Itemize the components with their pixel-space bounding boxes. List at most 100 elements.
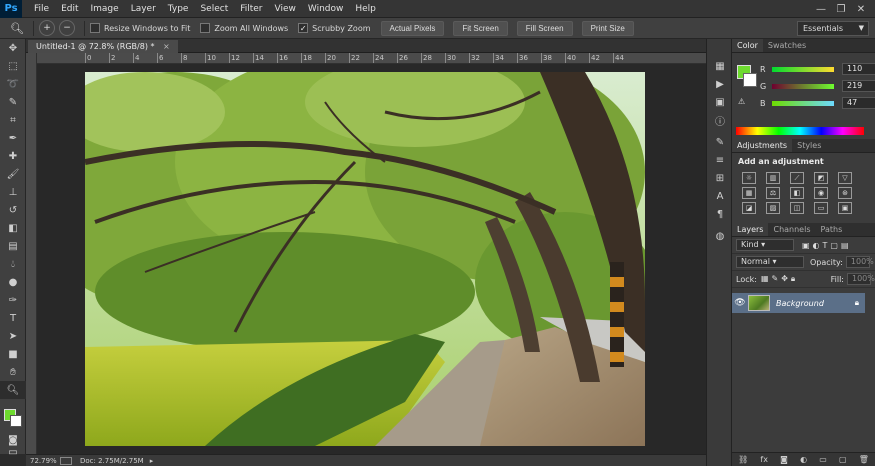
restore-button[interactable]: ❐ [831,4,851,15]
eyedropper-tool-icon[interactable]: ✒ [0,129,26,147]
menu-layer[interactable]: Layer [125,0,162,18]
blur-tool-icon[interactable]: 💧︎ [0,255,26,273]
black-white-icon[interactable]: ◧ [790,187,804,199]
vertical-ruler[interactable] [26,53,37,454]
character-icon[interactable]: A [707,187,733,205]
menu-help[interactable]: Help [349,0,382,18]
vibrance-icon[interactable]: ▽ [838,172,852,184]
zoom-tool-preset-icon[interactable]: 🔍︎ [6,20,28,37]
gradient-map-icon[interactable]: ▭ [814,202,828,214]
eraser-tool-icon[interactable]: ◧ [0,219,26,237]
brush-tool-icon[interactable]: 🖌︎ [0,165,26,183]
menu-image[interactable]: Image [85,0,125,18]
crop-tool-icon[interactable]: ⌗ [0,111,26,129]
channel-mixer-icon[interactable]: ⊛ [838,187,852,199]
timeline-icon[interactable]: ◍ [707,227,733,245]
green-value-input[interactable]: 219 [842,80,875,92]
blue-slider[interactable] [772,100,834,106]
status-menu-icon[interactable]: ▸ [150,457,154,465]
color-background-swatch[interactable] [743,73,757,87]
clone-source-icon[interactable]: ⊞ [707,169,733,187]
hue-saturation-icon[interactable]: ▦ [742,187,756,199]
actual-pixels-button[interactable]: Actual Pixels [380,20,445,36]
photo-filter-icon[interactable]: ◉ [814,187,828,199]
new-layer-icon[interactable]: ▢ [839,455,847,464]
background-color-swatch[interactable] [10,415,22,427]
tab-layers[interactable]: Layers [732,223,769,236]
print-size-button[interactable]: Print Size [581,20,634,36]
menu-filter[interactable]: Filter [234,0,268,18]
color-spectrum-bar[interactable] [736,127,864,135]
blue-value-input[interactable]: 47 [842,97,875,109]
dodge-tool-icon[interactable]: ● [0,273,26,291]
menu-view[interactable]: View [269,0,302,18]
green-slider[interactable] [772,83,834,89]
curves-icon[interactable]: ⟋ [790,172,804,184]
blend-mode-select[interactable]: Normal ▾ [736,256,804,268]
rectangle-tool-icon[interactable]: ■ [0,345,26,363]
resize-windows-checkbox[interactable]: Resize Windows to Fit [90,23,190,33]
threshold-icon[interactable]: ◫ [790,202,804,214]
zoom-all-windows-checkbox[interactable]: Zoom All Windows [200,23,288,33]
brush-settings-icon[interactable]: ≡ [707,151,733,169]
layer-style-icon[interactable]: fx [760,455,768,464]
menu-window[interactable]: Window [302,0,350,18]
brush-preset-icon[interactable]: ✎ [707,133,733,151]
zoom-out-button[interactable]: − [59,20,75,36]
tab-styles[interactable]: Styles [792,139,826,152]
healing-brush-tool-icon[interactable]: ✚ [0,147,26,165]
clone-stamp-tool-icon[interactable]: ⊥ [0,183,26,201]
menu-select[interactable]: Select [194,0,234,18]
menu-edit[interactable]: Edit [55,0,84,18]
paragraph-icon[interactable]: ¶ [707,205,733,223]
gradient-tool-icon[interactable]: ▤ [0,237,26,255]
canvas-image[interactable] [85,72,645,446]
layer-kind-select[interactable]: Kind ▾ [736,239,794,251]
minimize-button[interactable]: — [811,4,831,15]
visibility-eye-icon[interactable]: 👁︎ [732,298,748,308]
move-tool-icon[interactable]: ✥ [0,39,26,57]
red-slider[interactable] [772,66,834,72]
actions-play-icon[interactable]: ▶ [707,75,733,93]
quick-select-tool-icon[interactable]: ✎ [0,93,26,111]
horizontal-ruler[interactable]: 0 2 4 6 8 10 12 14 16 18 20 22 24 26 28 30 32 34 36 38 40 42 4… [37,53,706,64]
adjustment-layer-icon[interactable]: ◐ [800,455,807,464]
red-value-input[interactable]: 110 [842,63,875,75]
fit-screen-button[interactable]: Fit Screen [453,20,508,36]
fill-screen-button[interactable]: Fill Screen [516,20,573,36]
workspace-switcher[interactable]: Essentials ▼ [797,21,869,36]
hand-tool-icon[interactable]: ✋︎ [0,363,26,381]
info-icon[interactable]: ⓘ [707,111,733,129]
close-tab-icon[interactable]: × [163,42,170,51]
type-tool-icon[interactable]: T [0,309,26,327]
properties-icon[interactable]: ▣ [707,93,733,111]
lasso-tool-icon[interactable]: ➰ [0,75,26,93]
zoom-in-button[interactable]: + [39,20,55,36]
close-button[interactable]: ✕ [851,4,871,15]
marquee-tool-icon[interactable]: ⬚ [0,57,26,75]
history-brush-tool-icon[interactable]: ↺ [0,201,26,219]
new-group-icon[interactable]: ▭ [819,455,827,464]
trash-icon[interactable]: 🗑︎ [859,455,869,464]
layer-filter-icons[interactable]: ▣◐T▢▤ [802,241,852,250]
tab-color[interactable]: Color [732,39,763,52]
link-layers-icon[interactable]: ⛓ [738,455,748,464]
posterize-icon[interactable]: ▨ [766,202,780,214]
fill-input[interactable]: 100% [847,273,875,285]
layer-background[interactable]: 👁︎ Background 🔒︎ [732,293,865,313]
history-icon[interactable]: ▦ [707,57,733,75]
menu-file[interactable]: File [28,0,55,18]
tab-channels[interactable]: Channels [768,223,815,236]
gamut-warning-icon[interactable]: ⚠ [738,97,745,106]
scrubby-zoom-checkbox[interactable]: ✓ Scrubby Zoom [298,23,371,33]
screen-mode-icon[interactable]: ▭ [0,447,26,458]
zoom-level[interactable]: 72.79% [26,457,60,465]
menu-type[interactable]: Type [162,0,195,18]
levels-icon[interactable]: ▥ [766,172,780,184]
opacity-input[interactable]: 100% [845,256,874,268]
invert-icon[interactable]: ◪ [742,202,756,214]
brightness-icon[interactable]: ☼ [742,172,756,184]
zoom-tool-icon[interactable]: 🔍︎ [0,381,26,399]
selective-color-icon[interactable]: ▣ [838,202,852,214]
document-tab[interactable]: Untitled-1 @ 72.8% (RGB/8) * × [28,40,178,53]
